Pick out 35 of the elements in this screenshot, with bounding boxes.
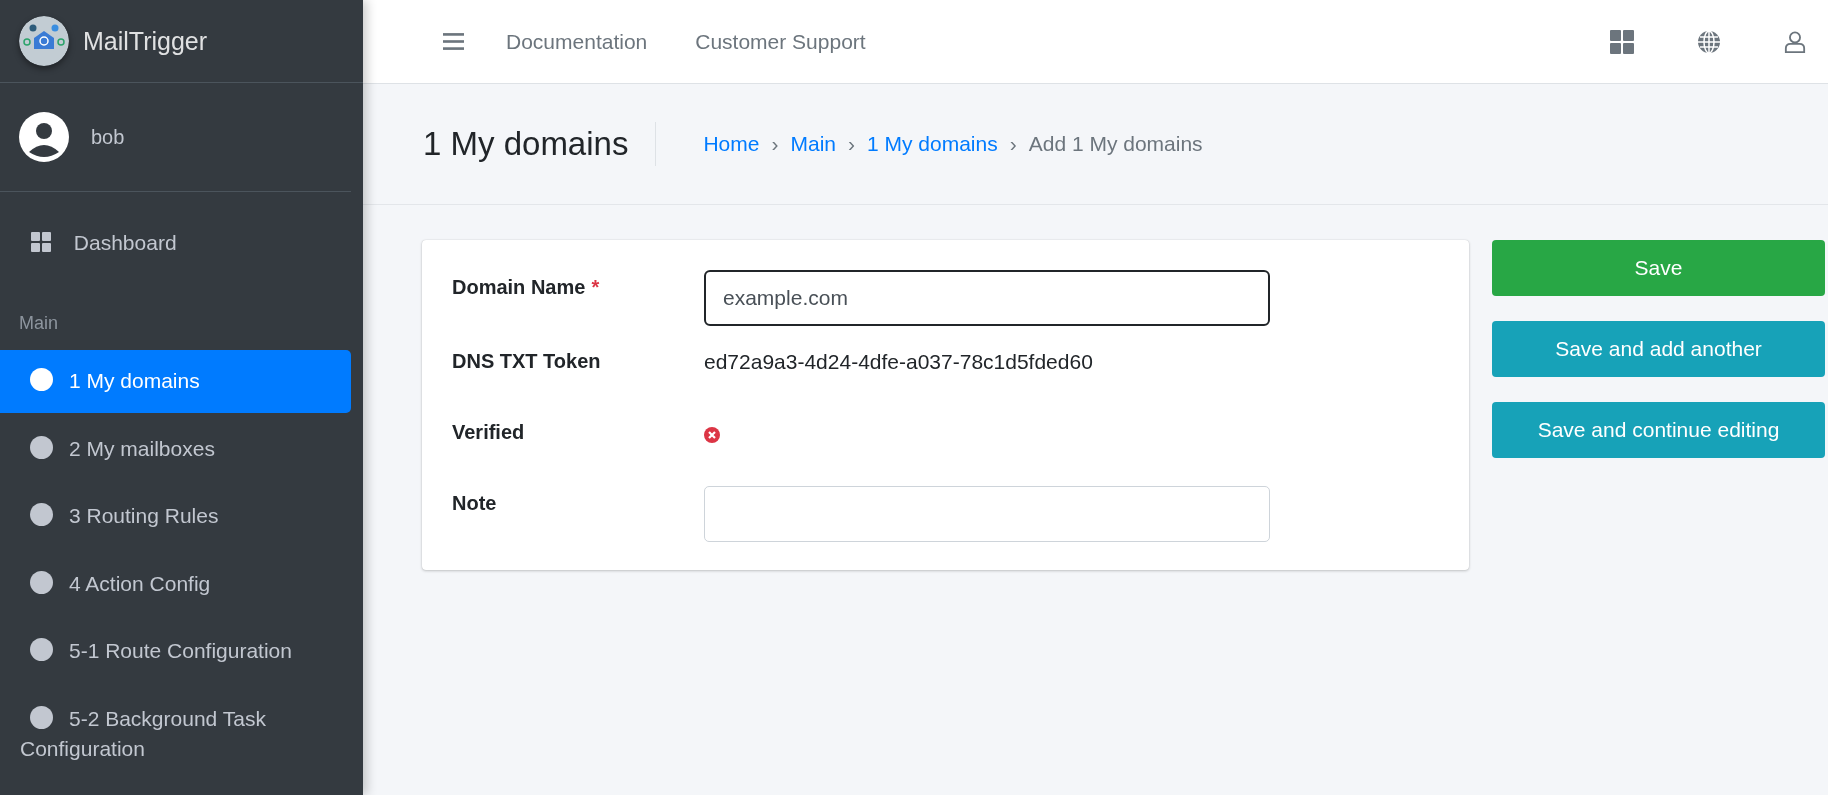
sidebar-item[interactable]: 2 My mailboxes — [0, 417, 351, 481]
sidebar-item[interactable]: 3 Routing Rules — [0, 485, 351, 548]
sidebar-item[interactable]: 5-2 Background Task Configuration — [0, 687, 351, 781]
field-label: Note — [452, 492, 497, 514]
breadcrumb-link[interactable]: Home — [703, 132, 760, 156]
sidebar-item[interactable]: 4 Action Config — [0, 552, 351, 616]
breadcrumb-separator: › — [848, 132, 855, 156]
sidebar-item[interactable]: 5-1 Route Configuration — [0, 620, 351, 683]
text-input[interactable]: example.com — [704, 270, 1270, 326]
text-input[interactable] — [704, 486, 1270, 542]
logo-icon — [19, 16, 69, 66]
brand-name[interactable]: MailTrigger — [83, 26, 208, 56]
user-name[interactable]: bob — [91, 125, 125, 149]
user-avatar-icon — [19, 112, 69, 162]
breadcrumb-separator: › — [771, 132, 779, 156]
user-icon[interactable] — [1784, 29, 1806, 54]
dashboard-icon — [30, 232, 52, 252]
breadcrumb-link[interactable]: Main — [790, 132, 836, 156]
page-title: 1 My domains — [423, 122, 657, 166]
sidebar-section-header: Main — [18, 312, 59, 336]
breadcrumb-current: Add 1 My domains — [1028, 132, 1203, 156]
navbar-link[interactable]: Documentation — [506, 29, 648, 54]
field-label: DNS TXT Token — [452, 350, 601, 372]
apps-grid-icon[interactable] — [1610, 29, 1634, 54]
navbar-link[interactable]: Customer Support — [695, 29, 866, 54]
field-label: Domain Name — [452, 276, 586, 298]
field-value: ed72a9a3-4d24-4dfe-a037-78c1d5fded60 — [704, 349, 1093, 374]
sidebar-item[interactable]: Dashboard — [0, 212, 351, 275]
breadcrumb-link[interactable]: 1 My domains — [867, 132, 998, 156]
field-label: Verified — [452, 421, 525, 443]
sidebar-item[interactable]: 1 My domains — [0, 350, 351, 413]
menu-icon[interactable] — [443, 33, 464, 50]
globe-icon[interactable] — [1697, 29, 1721, 54]
required-mark: * — [591, 276, 600, 298]
breadcrumb-separator: › — [1009, 132, 1017, 156]
